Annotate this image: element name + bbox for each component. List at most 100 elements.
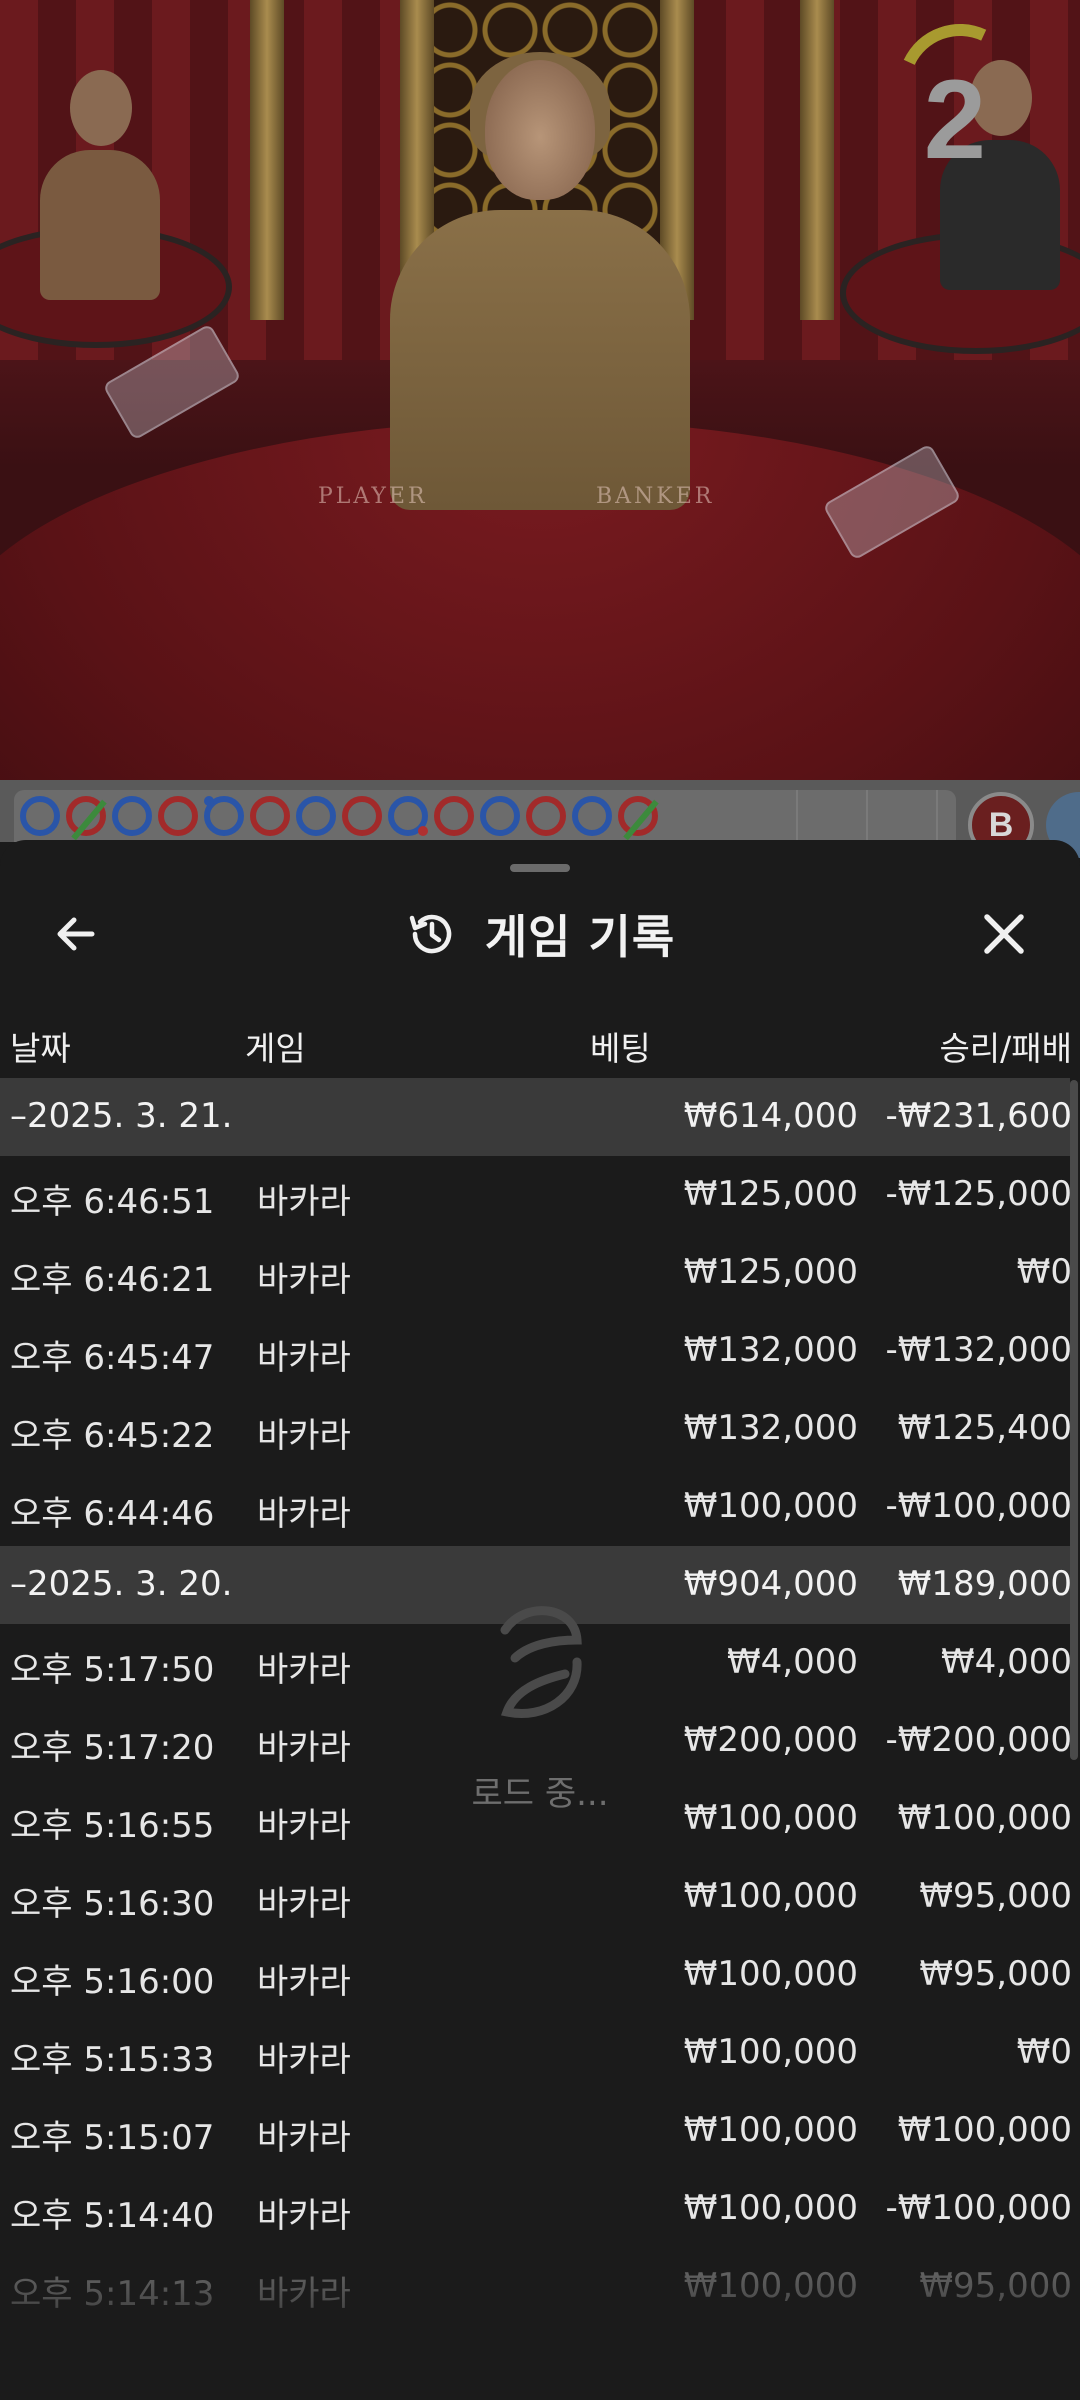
row-time: 오후 5:17:50 — [10, 1650, 215, 1690]
bead-road[interactable] — [14, 790, 956, 842]
history-row[interactable]: 오후 6:45:47 바카라 ₩132,000 -₩132,000 — [0, 1312, 1073, 1390]
date-group-row[interactable]: –2025. 3. 20. ₩904,000 ₩189,000 — [0, 1546, 1072, 1624]
row-result: ₩95,000 — [919, 1954, 1072, 1994]
row-result: -₩100,000 — [885, 2188, 1073, 2228]
row-game: 바카라 — [257, 2274, 351, 2314]
bead-red — [526, 796, 566, 836]
row-bet: ₩100,000 — [683, 1798, 858, 1838]
column-header-date[interactable]: 날짜 — [10, 1022, 71, 1070]
history-row[interactable]: 오후 5:16:55 바카라 ₩100,000 ₩100,000 — [0, 1780, 1072, 1858]
history-list[interactable]: –2025. 3. 21. ₩614,000 -₩231,600 오후 6:46:51… — [0, 1078, 1073, 2326]
row-bet: ₩100,000 — [683, 2266, 858, 2306]
backdrop-column — [800, 0, 834, 320]
bead-blue-pair-dot — [388, 796, 428, 836]
row-bet: ₩100,000 — [683, 2188, 858, 2228]
countdown-number: 2 — [923, 57, 986, 182]
felt-player-label: PLAYER — [318, 484, 428, 509]
row-time: 오후 6:45:47 — [10, 1338, 215, 1378]
row-result: -₩100,000 — [885, 1486, 1073, 1526]
history-row[interactable]: 오후 5:16:00 바카라 ₩100,000 ₩95,000 — [0, 1936, 1072, 2014]
row-game: 바카라 — [257, 1182, 351, 1222]
row-result: ₩95,000 — [919, 2266, 1072, 2306]
row-result: ₩100,000 — [897, 2110, 1072, 2150]
row-game: 바카라 — [257, 1260, 351, 1300]
row-time: 오후 5:14:13 — [10, 2274, 215, 2314]
bead-road-grid-line — [936, 790, 938, 842]
row-game: 바카라 — [257, 1416, 351, 1456]
row-bet: ₩100,000 — [683, 1954, 858, 1994]
column-header-result[interactable]: 승리/패배 — [939, 1022, 1072, 1070]
history-row[interactable]: 오후 6:46:51 바카라 ₩125,000 -₩125,000 — [0, 1156, 1072, 1234]
bead-road-grid-line — [796, 790, 798, 842]
row-result: -₩132,000 — [885, 1330, 1073, 1370]
row-time: 오후 5:16:00 — [10, 1962, 215, 2002]
row-game: 바카라 — [257, 1962, 351, 2002]
row-game: 바카라 — [257, 1884, 351, 1924]
row-time: 오후 6:45:22 — [10, 1416, 215, 1456]
bead-red — [250, 796, 290, 836]
row-time: 오후 5:15:33 — [10, 2040, 215, 2080]
side-dealer-left — [40, 70, 160, 300]
history-row[interactable]: 오후 5:14:40 바카라 ₩100,000 -₩100,000 — [0, 2170, 1073, 2248]
history-row[interactable]: 오후 5:15:07 바카라 ₩100,000 ₩100,000 — [0, 2092, 1072, 2170]
sheet-header: 게임 기록 — [0, 884, 1080, 984]
history-scrollbar[interactable] — [1070, 1080, 1078, 1760]
row-result: -₩200,000 — [885, 1720, 1073, 1760]
bead-red-tie — [618, 796, 658, 836]
live-video: PLAYER BANKER 2 — [0, 0, 1080, 780]
row-bet: ₩200,000 — [683, 1720, 858, 1760]
history-row[interactable]: 오후 5:17:20 바카라 ₩200,000 -₩200,000 — [0, 1702, 1073, 1780]
column-header-bet[interactable]: 베팅 — [590, 1022, 651, 1070]
date-total-bet: ₩614,000 — [683, 1096, 858, 1136]
row-result: ₩95,000 — [919, 1876, 1072, 1916]
close-icon — [984, 914, 1024, 954]
row-game: 바카라 — [257, 1650, 351, 1690]
date-total-result: ₩189,000 — [897, 1564, 1072, 1604]
history-row[interactable]: 오후 5:16:30 바카라 ₩100,000 ₩95,000 — [0, 1858, 1072, 1936]
history-row[interactable]: 오후 6:46:21 바카라 ₩125,000 ₩0 — [0, 1234, 1072, 1312]
row-time: 오후 6:46:51 — [10, 1182, 215, 1222]
history-row[interactable]: 오후 5:17:50 바카라 ₩4,000 ₩4,000 — [0, 1624, 1072, 1702]
row-time: 오후 6:44:46 — [10, 1494, 215, 1534]
history-row[interactable]: 오후 5:14:13 바카라 ₩100,000 ₩95,000 — [0, 2248, 1072, 2326]
history-row[interactable]: 오후 6:44:46 바카라 ₩100,000 -₩100,000 — [0, 1468, 1073, 1546]
bead-blue — [296, 796, 336, 836]
row-bet: ₩132,000 — [683, 1330, 858, 1370]
close-button[interactable] — [968, 898, 1040, 970]
row-time: 오후 5:17:20 — [10, 1728, 215, 1768]
backdrop-column — [250, 0, 284, 320]
date-group-row[interactable]: –2025. 3. 21. ₩614,000 -₩231,600 — [0, 1078, 1073, 1156]
row-result: ₩125,400 — [897, 1408, 1072, 1448]
app-root: PLAYER BANKER 2 B 게임 기록 날짜 게임 베팅 승리/패배 –… — [0, 0, 1080, 2400]
game-history-sheet: 게임 기록 날짜 게임 베팅 승리/패배 –2025. 3. 21. ₩614,0… — [0, 840, 1080, 2400]
row-time: 오후 5:16:30 — [10, 1884, 215, 1924]
row-bet: ₩4,000 — [727, 1642, 858, 1682]
date-total-bet: ₩904,000 — [683, 1564, 858, 1604]
row-result: ₩0 — [1016, 2032, 1072, 2072]
bead-red-tie — [66, 796, 106, 836]
row-result: ₩4,000 — [941, 1642, 1072, 1682]
row-time: 오후 5:15:07 — [10, 2118, 215, 2158]
roadmap-strip — [0, 780, 1080, 842]
row-bet: ₩100,000 — [683, 2110, 858, 2150]
bead-red — [434, 796, 474, 836]
row-game: 바카라 — [257, 1494, 351, 1534]
bead-red — [158, 796, 198, 836]
row-time: 오후 5:14:40 — [10, 2196, 215, 2236]
row-game: 바카라 — [257, 2196, 351, 2236]
sheet-grabber[interactable] — [510, 864, 570, 872]
row-bet: ₩125,000 — [683, 1252, 858, 1292]
row-game: 바카라 — [257, 1338, 351, 1378]
row-game: 바카라 — [257, 1728, 351, 1768]
bead-road-grid-line — [866, 790, 868, 842]
date-total-result: -₩231,600 — [885, 1096, 1073, 1136]
row-time: 오후 6:46:21 — [10, 1260, 215, 1300]
felt-banker-label: BANKER — [596, 484, 715, 509]
history-row[interactable]: 오후 5:15:33 바카라 ₩100,000 ₩0 — [0, 2014, 1072, 2092]
row-bet: ₩100,000 — [683, 2032, 858, 2072]
history-row[interactable]: 오후 6:45:22 바카라 ₩132,000 ₩125,400 — [0, 1390, 1072, 1468]
row-result: ₩100,000 — [897, 1798, 1072, 1838]
bead-blue-pair-dot-blue — [204, 796, 244, 836]
column-header-game[interactable]: 게임 — [245, 1022, 306, 1070]
main-dealer — [370, 52, 710, 510]
